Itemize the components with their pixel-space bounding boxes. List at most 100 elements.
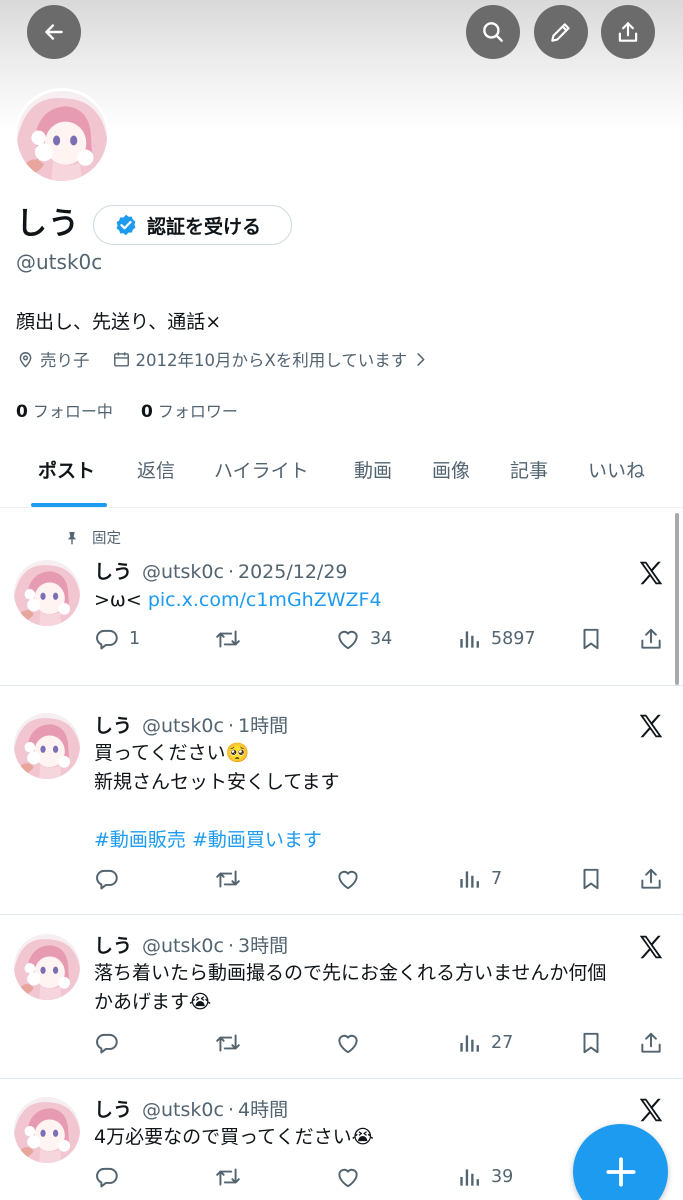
arrow-left-icon [45, 24, 63, 40]
post-separator: · [227, 561, 234, 583]
reply-button[interactable] [94, 1164, 129, 1190]
view-count: 39 [491, 1167, 514, 1187]
post-text: 落ち着いたら動画撮るので先にお金くれる方いませんか何個 かあげます😭 [94, 959, 664, 1017]
repost-icon [215, 1030, 241, 1056]
post-media-link[interactable]: pic.x.com/c1mGhZWZF4 [148, 589, 382, 611]
views-chart-icon [456, 626, 482, 652]
post-timestamp[interactable]: 1時間 [238, 715, 288, 737]
reply-button[interactable] [94, 1030, 129, 1056]
post-author-name[interactable]: しう [94, 935, 132, 957]
repost-button[interactable] [215, 1164, 250, 1190]
post-header: しう @utsk0c · 1時間 [94, 711, 288, 738]
bookmark-button[interactable] [578, 866, 604, 892]
post-timestamp[interactable]: 4時間 [238, 1099, 288, 1121]
followers-count: 0 [141, 402, 153, 422]
following-link[interactable]: 0 フォロー中 [16, 402, 113, 422]
post-body-line: かあげます😭 [94, 991, 212, 1013]
views-chart-icon [456, 866, 482, 892]
post-text: 買ってください🥺 新規さんセット安くしてます #動画販売 #動画買います [94, 739, 664, 855]
get-verified-label: 認証を受ける [147, 215, 262, 238]
bookmark-icon [578, 866, 604, 892]
chevron-right-icon[interactable] [411, 350, 430, 369]
post-header: しう @utsk0c · 3時間 [94, 931, 288, 958]
post-divider [0, 914, 683, 915]
plus-icon [605, 1156, 636, 1187]
share-button[interactable] [638, 866, 664, 892]
views-chart-icon [456, 1030, 482, 1056]
post-timestamp[interactable]: 3時間 [238, 935, 288, 957]
x-logo-icon [636, 932, 666, 962]
repost-button[interactable] [215, 626, 250, 652]
repost-icon [215, 1164, 241, 1190]
tab-images[interactable]: 画像 [432, 456, 470, 483]
post-divider [0, 685, 683, 686]
repost-button[interactable] [215, 866, 250, 892]
edit-profile-button[interactable] [534, 5, 588, 59]
share-button[interactable] [638, 626, 664, 652]
share-profile-button[interactable] [601, 5, 655, 59]
post-avatar[interactable] [14, 713, 80, 779]
post-timestamp[interactable]: 2025/12/29 [238, 561, 348, 583]
like-button[interactable] [335, 1030, 370, 1056]
profile-location: 売り子 [40, 351, 90, 370]
post-author-handle[interactable]: @utsk0c [142, 715, 224, 737]
tab-articles[interactable]: 記事 [510, 456, 548, 483]
post-author-name[interactable]: しう [94, 1099, 132, 1121]
view-count: 7 [491, 869, 503, 889]
search-button[interactable] [466, 5, 520, 59]
post-avatar[interactable] [14, 1097, 80, 1163]
scrollbar[interactable] [675, 513, 679, 685]
views-button[interactable]: 39 [456, 1164, 513, 1190]
profile-avatar[interactable] [14, 88, 110, 184]
reply-button[interactable] [94, 866, 129, 892]
following-count: 0 [16, 402, 28, 422]
repost-button[interactable] [215, 1030, 250, 1056]
post-author-handle[interactable]: @utsk0c [142, 1099, 224, 1121]
like-button[interactable] [335, 1164, 370, 1190]
like-button[interactable]: 34 [335, 626, 392, 652]
bookmark-button[interactable] [578, 626, 604, 652]
bookmark-button[interactable] [578, 1030, 604, 1056]
repost-icon [215, 866, 241, 892]
post-author-handle[interactable]: @utsk0c [142, 935, 224, 957]
tab-replies[interactable]: 返信 [137, 456, 175, 483]
post-hashtags[interactable]: #動画販売 #動画買います [94, 826, 664, 855]
post-author-handle[interactable]: @utsk0c [142, 561, 224, 583]
back-button[interactable] [27, 5, 81, 59]
pencil-icon [551, 23, 570, 42]
reply-icon [94, 626, 120, 652]
profile-display-name: しう [16, 206, 80, 242]
calendar-icon [113, 351, 129, 367]
post-body-line: 落ち着いたら動画撮るので先にお金くれる方いませんか何個 [94, 962, 607, 984]
pin-icon [68, 531, 76, 545]
post-body-line: 新規さんセット安くしてます [94, 771, 340, 793]
views-button[interactable]: 27 [456, 1030, 513, 1056]
profile-meta: 売り子 2012年10月からXを利用しています [16, 347, 435, 371]
post-body-line: 買ってください🥺 [94, 742, 250, 764]
location-pin-icon [19, 351, 32, 368]
tab-videos[interactable]: 動画 [354, 456, 392, 483]
views-button[interactable]: 5897 [456, 626, 536, 652]
reply-button[interactable]: 1 [94, 626, 140, 652]
get-verified-button[interactable]: 認証を受ける [93, 205, 292, 245]
tab-posts[interactable]: ポスト [38, 456, 95, 483]
bookmark-icon [578, 1030, 604, 1056]
bookmark-icon [578, 626, 604, 652]
post-avatar[interactable] [14, 560, 80, 626]
followers-link[interactable]: 0 フォロワー [141, 402, 238, 422]
share-button[interactable] [638, 1030, 664, 1056]
tab-likes[interactable]: いいね [588, 456, 645, 483]
profile-joined-date[interactable]: 2012年10月からXを利用しています [136, 347, 408, 371]
verified-badge-icon [116, 214, 136, 236]
post-avatar[interactable] [14, 934, 80, 1000]
share-icon [638, 626, 664, 652]
like-count: 34 [370, 629, 393, 649]
post-separator: · [227, 715, 234, 737]
like-button[interactable] [335, 866, 370, 892]
tab-highlights[interactable]: ハイライト [214, 456, 309, 483]
post-author-name[interactable]: しう [94, 715, 132, 737]
x-logo-icon [636, 1095, 666, 1125]
views-button[interactable]: 7 [456, 866, 502, 892]
post-author-name[interactable]: しう [94, 561, 132, 583]
tabs-divider [0, 507, 683, 508]
